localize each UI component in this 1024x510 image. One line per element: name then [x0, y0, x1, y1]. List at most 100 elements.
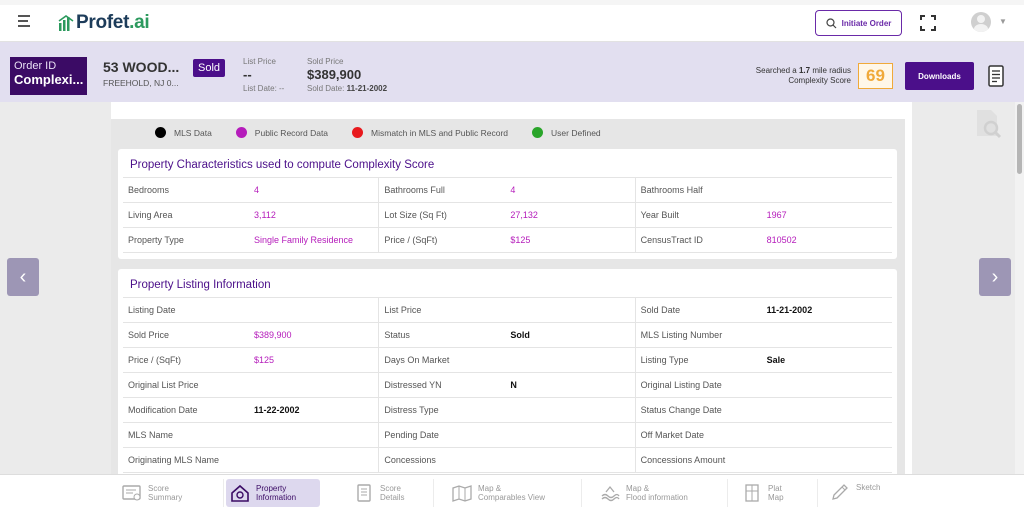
sold-date-label: Sold Date: — [307, 84, 345, 93]
search-icon — [825, 17, 837, 28]
field-label: Status — [384, 330, 410, 340]
search-radius: 1.7 — [798, 66, 811, 75]
legend-label: MLS Data — [174, 127, 212, 138]
table-cell: Property Type Single Family Residence — [123, 228, 380, 252]
field-label: Pending Date — [384, 430, 439, 440]
table-cell: Living Area 3,112 — [123, 203, 380, 227]
address-line2: FREEHOLD, NJ 0... — [103, 78, 179, 88]
tab-label: Map & Flood information — [626, 484, 688, 502]
legend-dot-mismatch — [352, 127, 364, 138]
field-label: List Price — [384, 305, 422, 315]
tab-map-flood[interactable]: Map & Flood information — [596, 479, 728, 507]
initiate-order-label: Initiate Order — [841, 18, 892, 28]
previous-arrow-button[interactable]: ‹ — [7, 258, 39, 296]
score-details-icon — [357, 484, 371, 502]
tab-label-line1: Map & — [478, 484, 502, 493]
table-cell: Bathrooms Half — [636, 178, 892, 202]
field-label: Days On Market — [384, 355, 450, 365]
tab-label-line2: Details — [380, 493, 405, 502]
tab-label-line2: Comparables View — [478, 493, 545, 502]
legend-label: Mismatch in MLS and Public Record — [371, 127, 509, 138]
app-logo[interactable]: Profet .ai — [58, 12, 150, 34]
tab-score-summary[interactable]: Score Summary — [118, 479, 224, 507]
user-avatar[interactable] — [971, 12, 991, 32]
field-label: Off Market Date — [640, 430, 705, 440]
field-value: 11-21-2002 — [766, 305, 813, 315]
chevron-down-icon[interactable]: ▼ — [999, 17, 1007, 26]
tab-score-details[interactable]: Score Details — [350, 479, 434, 507]
tab-label-line2: Summary — [148, 493, 183, 502]
table-cell: Original Listing Date — [636, 373, 892, 397]
fullscreen-icon[interactable] — [920, 15, 936, 31]
table-row: Originating MLS Name Concessions Concessio… — [123, 448, 892, 473]
tab-plat-map[interactable]: Plat Map — [738, 479, 818, 507]
field-label: Price / (SqFt) — [128, 355, 182, 365]
field-label: Year Built — [640, 210, 679, 220]
sold-price-label: Sold Price — [307, 57, 344, 66]
table-cell: Modification Date 11-22-2002 — [123, 398, 380, 422]
field-label: Originating MLS Name — [128, 455, 220, 465]
field-value: 3,112 — [254, 210, 276, 220]
sketch-icon — [832, 484, 848, 500]
table-cell: Concessions Amount — [636, 448, 892, 472]
next-arrow-button[interactable]: › — [979, 258, 1011, 296]
listing-card: Property Listing Information Listing Dat… — [118, 269, 897, 479]
field-value: Sold — [510, 330, 530, 340]
tab-label: Map & Comparables View — [478, 484, 545, 502]
legend-label: Public Record Data — [254, 127, 329, 138]
field-value: Single Family Residence — [254, 235, 354, 245]
table-cell: Year Built 1967 — [636, 203, 892, 227]
characteristics-title: Property Characteristics used to compute… — [130, 159, 435, 171]
tab-label: Score Details — [380, 484, 404, 502]
tab-label: Property Information — [256, 484, 296, 502]
field-value: 1967 — [766, 210, 787, 220]
field-label: Living Area — [128, 210, 173, 220]
field-label: MLS Name — [128, 430, 174, 440]
hamburger-menu-icon[interactable] — [18, 15, 32, 27]
complexity-score: 69 — [858, 63, 893, 89]
table-row: Bedrooms 4 Bathrooms Full 4 Bathrooms Half — [123, 178, 892, 203]
field-value: 4 — [254, 185, 260, 195]
table-cell: Distressed YN N — [379, 373, 636, 397]
field-label: MLS Listing Number — [640, 330, 723, 340]
logo-icon — [58, 15, 74, 31]
field-value: N — [510, 380, 517, 390]
legend-dot-user-defined — [532, 127, 544, 138]
table-row: Living Area 3,112 Lot Size (Sq Ft) 27,132 Ye… — [123, 203, 892, 228]
legend-dot-public-record — [235, 127, 247, 138]
search-note-post: mile radius — [812, 66, 851, 75]
table-cell: Concessions — [379, 448, 636, 472]
document-icon[interactable] — [988, 65, 1004, 87]
list-price-label: List Price — [243, 57, 276, 66]
table-cell: Listing Date — [123, 298, 380, 322]
table-cell: Off Market Date — [636, 423, 892, 447]
field-label: Bathrooms Half — [640, 185, 703, 195]
sold-date-value: 11-21-2002 — [346, 84, 388, 93]
bottom-tab-bar: Score Summary Property Information Score De… — [0, 474, 1024, 510]
field-label: Property Type — [128, 235, 184, 245]
list-date: List Date: -- — [243, 84, 285, 93]
logo-suffix: .ai — [129, 12, 150, 33]
characteristics-table: Bedrooms 4 Bathrooms Full 4 Bathrooms Half Li… — [123, 177, 892, 253]
legend-item: User Defined — [532, 127, 601, 138]
tab-map-comparables[interactable]: Map & Comparables View — [448, 479, 582, 507]
tab-label: Score Summary — [148, 484, 182, 502]
field-label: Status Change Date — [640, 405, 722, 415]
field-value: $125 — [254, 355, 275, 365]
tab-label-line1: Sketch — [856, 483, 881, 492]
field-value: $125 — [510, 235, 531, 245]
status-badge: Sold — [193, 59, 226, 77]
flood-map-icon — [601, 485, 620, 502]
downloads-button[interactable]: Downloads — [905, 62, 974, 90]
scrollbar-thumb[interactable] — [1017, 104, 1022, 174]
table-cell: Bedrooms 4 — [123, 178, 380, 202]
document-search-icon[interactable] — [974, 108, 1002, 140]
table-cell: Status Change Date — [636, 398, 892, 422]
tab-sketch[interactable]: Sketch — [826, 479, 906, 507]
tab-property-information[interactable]: Property Information — [226, 479, 320, 507]
tab-label-line1: Score — [148, 484, 169, 493]
field-label: Modification Date — [128, 405, 198, 415]
table-row: Listing Date List Price Sold Date 11-21-200… — [123, 298, 892, 323]
initiate-order-button[interactable]: Initiate Order — [815, 10, 902, 36]
table-cell: Lot Size (Sq Ft) 27,132 — [379, 203, 636, 227]
